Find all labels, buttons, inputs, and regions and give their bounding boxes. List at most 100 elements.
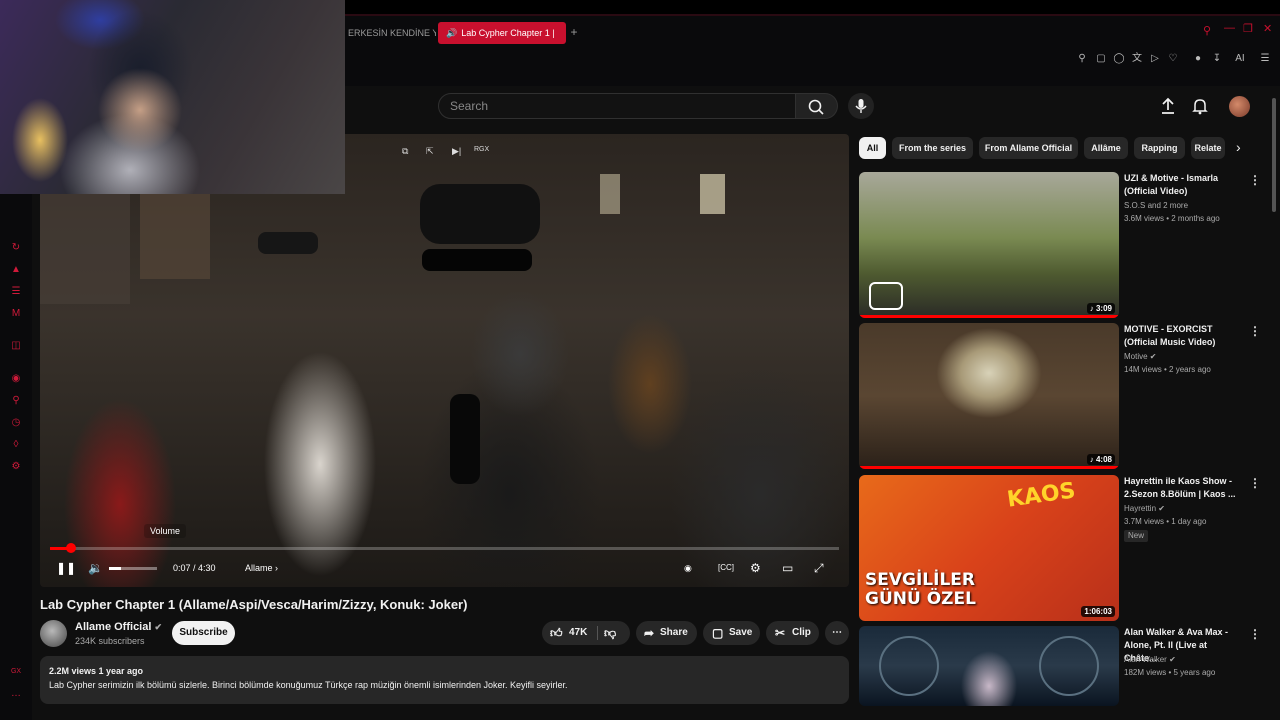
- description-text: Lab Cypher serimizin ilk bölümü sizlerle…: [49, 680, 568, 690]
- rgx-label: RGX: [474, 146, 490, 153]
- account-avatar[interactable]: [1229, 96, 1250, 117]
- voice-search-button[interactable]: [848, 93, 874, 119]
- play-icon[interactable]: ▷: [1148, 52, 1162, 66]
- search-button[interactable]: [796, 93, 838, 119]
- notifications-button[interactable]: [1190, 96, 1210, 116]
- views-and-age: 2.2M views 1 year ago: [49, 666, 144, 676]
- chip-rapping[interactable]: Rapping: [1134, 137, 1185, 159]
- clip-button[interactable]: ✂ Clip: [766, 621, 819, 645]
- video-frame: [40, 174, 725, 484]
- description-box[interactable]: 2.2M views 1 year ago Lab Cypher serimiz…: [40, 656, 849, 704]
- ai-button[interactable]: AI: [1231, 52, 1249, 66]
- minimize-icon[interactable]: —: [1224, 22, 1235, 34]
- pin-icon[interactable]: ⚲: [1075, 52, 1089, 66]
- scissors-icon: ✂: [775, 626, 786, 640]
- theater-icon[interactable]: ▭: [782, 560, 793, 576]
- rec-title[interactable]: MOTIVE - EXORCIST (Official Music Video): [1124, 323, 1236, 349]
- rec-more-icon[interactable]: ⋮: [1249, 627, 1261, 641]
- history-icon[interactable]: ↻: [10, 242, 22, 254]
- subscribe-button[interactable]: Subscribe: [172, 621, 235, 645]
- channel-name[interactable]: Allame Official ✔: [75, 621, 162, 633]
- next-icon[interactable]: ▶|: [452, 146, 461, 157]
- translate-icon[interactable]: 文: [1130, 52, 1144, 66]
- video-player[interactable]: ⧉ ⇱ ▶| RGX Volume ❚❚ 🔉 0:07 / 4:30 Allam…: [40, 134, 849, 587]
- rec-meta: 3.6M views • 2 months ago: [1124, 214, 1220, 223]
- progress-bar[interactable]: [50, 543, 839, 553]
- more-actions-button[interactable]: ⋯: [825, 621, 849, 645]
- rec-channel[interactable]: S.O.S and 2 more: [1124, 200, 1188, 212]
- save-icon: ▢: [712, 626, 724, 640]
- tab-previous[interactable]: ERKESİN KENDİNE YAK: [340, 22, 436, 44]
- rec-meta: 3.7M views • 1 day ago: [1124, 517, 1207, 526]
- like-icon[interactable]: 👍︎: [550, 621, 563, 645]
- more-horizontal-icon: ⋯: [832, 627, 842, 638]
- rec-thumbnail[interactable]: ♪ 4:08: [859, 323, 1119, 469]
- rec-more-icon[interactable]: ⋮: [1249, 173, 1261, 187]
- pause-button[interactable]: ❚❚: [56, 560, 76, 576]
- download-icon[interactable]: ↧: [1210, 52, 1224, 66]
- rec-thumbnail[interactable]: ♪ 3:09: [859, 172, 1119, 318]
- verified-icon: ✔: [154, 622, 163, 632]
- rec-thumbnail[interactable]: [859, 626, 1119, 706]
- new-tab-icon[interactable]: +: [568, 26, 580, 38]
- gx-icon[interactable]: GX: [10, 666, 22, 678]
- volume-icon[interactable]: 🔉: [88, 560, 103, 576]
- gmail-icon[interactable]: M: [10, 308, 22, 320]
- twitch-icon[interactable]: ◫: [10, 340, 22, 352]
- tab-active[interactable]: 🔊 Lab Cypher Chapter 1 |: [438, 22, 566, 44]
- like-count[interactable]: 47K: [569, 621, 587, 645]
- bag-icon[interactable]: ▲: [10, 264, 22, 276]
- chip-from-allame-official[interactable]: From Allame Official: [979, 137, 1078, 159]
- bookmark-icon[interactable]: ⚲: [10, 395, 22, 407]
- watched-bar: [859, 466, 1119, 469]
- miniplayer-icon[interactable]: ⧉: [402, 146, 408, 157]
- target-icon[interactable]: ◉: [10, 373, 22, 385]
- channel-avatar[interactable]: [40, 620, 67, 647]
- rec-title[interactable]: Hayrettin ile Kaos Show - 2.Sezon 8.Bölü…: [1124, 475, 1236, 501]
- clock-icon[interactable]: ◷: [10, 417, 22, 429]
- rec-thumbnail[interactable]: KAOS SEVGİLİLER GÜNÜ ÖZEL 1:06:03: [859, 475, 1119, 621]
- popout-icon[interactable]: ⇱: [426, 146, 434, 157]
- share-icon: ➦: [644, 626, 655, 640]
- share-button[interactable]: ➦ Share: [636, 621, 697, 645]
- chevron-right-icon[interactable]: ›: [1236, 139, 1241, 155]
- rgx-button[interactable]: RGX: [474, 146, 489, 153]
- close-icon[interactable]: ✕: [1263, 22, 1272, 35]
- page-scrollbar[interactable]: [1272, 98, 1276, 212]
- rec-title[interactable]: UZI & Motive - Ismarla (Official Video): [1124, 172, 1236, 198]
- settings-icon[interactable]: ⚙: [750, 560, 761, 576]
- autoplay-toggle-icon[interactable]: ◉: [684, 560, 692, 576]
- rec-more-icon[interactable]: ⋮: [1249, 476, 1261, 490]
- profile-icon[interactable]: ●: [1191, 52, 1205, 66]
- more-icon[interactable]: …: [10, 688, 22, 700]
- fullscreen-icon[interactable]: ⤢: [814, 560, 824, 576]
- tab-active-label: Lab Cypher Chapter 1 |: [461, 28, 555, 38]
- heart-icon[interactable]: ♡: [1166, 52, 1180, 66]
- shield-icon[interactable]: ◯: [1112, 52, 1126, 66]
- channel-name-label: Allame Official: [75, 621, 152, 633]
- dislike-icon[interactable]: 👎︎: [604, 621, 616, 645]
- settings-icon[interactable]: ⚙: [10, 461, 22, 473]
- chip-related[interactable]: Relate: [1191, 137, 1225, 159]
- chip-from-the-series[interactable]: From the series: [892, 137, 973, 159]
- chip-allame[interactable]: Allâme: [1084, 137, 1128, 159]
- search-icon[interactable]: ⚲: [1203, 24, 1211, 37]
- rec-more-icon[interactable]: ⋮: [1249, 324, 1261, 338]
- search-input[interactable]: Search: [438, 93, 796, 119]
- menu-icon[interactable]: ☰: [1258, 52, 1272, 66]
- rec-channel[interactable]: Hayrettin ✔: [1124, 503, 1165, 515]
- screenshot-icon[interactable]: ▢: [1094, 52, 1108, 66]
- chapter-button[interactable]: Allame ›: [245, 560, 278, 576]
- save-button[interactable]: ▢ Save: [703, 621, 760, 645]
- create-button[interactable]: [1158, 96, 1178, 116]
- rec-channel[interactable]: Alan Walker ✔: [1124, 654, 1176, 666]
- captions-icon[interactable]: [CC]: [718, 560, 734, 576]
- maximize-icon[interactable]: ❐: [1243, 22, 1253, 35]
- volume-slider[interactable]: [109, 567, 157, 570]
- rec-channel[interactable]: Motive ✔: [1124, 351, 1157, 363]
- verified-icon: ✔: [1158, 504, 1165, 513]
- stack-icon[interactable]: ☰: [10, 286, 22, 298]
- chip-all[interactable]: All: [859, 137, 886, 159]
- kaos-logo: KAOS: [1005, 478, 1078, 513]
- puzzle-icon[interactable]: ◊: [10, 439, 22, 451]
